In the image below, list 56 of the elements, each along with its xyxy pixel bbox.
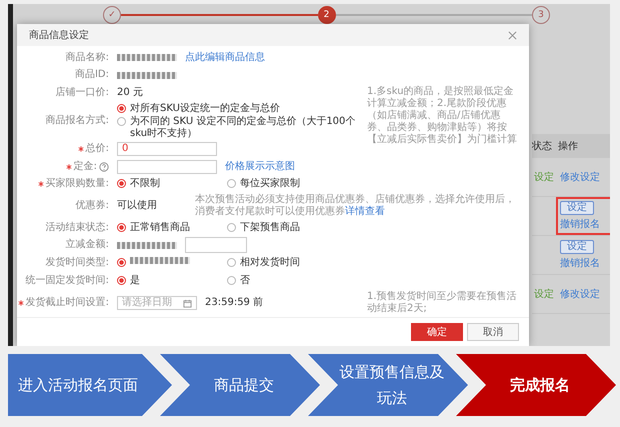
field-label: 商品ID: [74, 69, 109, 82]
step-circle: 2 [318, 6, 336, 24]
field-label: 立减金额: [66, 239, 109, 252]
radio-option[interactable]: 正常销售商品 [117, 222, 227, 234]
action-link[interactable]: 撤销报名 [560, 217, 600, 231]
field-label: 商品报名方式: [46, 115, 109, 128]
field-label: 活动结束状态: [46, 222, 109, 234]
field-label: 优惠券: [76, 200, 109, 212]
amount-field[interactable] [185, 237, 247, 254]
details-link[interactable]: 详情查看 [345, 206, 385, 218]
hint-note: 1.多sku的商品，是按照最低定金计算立减金额；2.尾款阶段优惠（如店铺满减、商品/店铺优惠券、品类券、购物津贴等）将按【立减后实际售卖价】为门槛计算 [367, 84, 517, 146]
status-text: 设定 [534, 289, 554, 300]
field-label: 总价: [86, 143, 109, 156]
radio-option[interactable]: 是 [117, 274, 227, 287]
dialog-title: 商品信息设定 [29, 28, 89, 42]
calendar-icon [183, 298, 192, 308]
field-label: 统一固定发货时间: [26, 274, 109, 287]
hint-note: 1.预售发货时间至少需要在预售活动结束后2天; [367, 290, 517, 316]
process-step: 设置预售信息及玩法 [308, 354, 468, 416]
cancel-button[interactable]: 取消 [467, 323, 519, 341]
time-suffix: 23:59:59 前 [205, 297, 264, 310]
radio-option[interactable]: 不限制 [117, 178, 227, 190]
coupon-note: 本次预售活动必须支持使用商品优惠券、店铺优惠券，选择允许使用后，消费者支付尾款时可以使用优惠券详情查看 [195, 194, 516, 218]
column-header: 操作 [558, 140, 579, 153]
action-link[interactable]: 修改设定 [560, 287, 600, 301]
radio-option[interactable]: 对所有SKU设定统一的定金与总价 [117, 102, 367, 115]
field-label: 商品名称: [66, 52, 109, 64]
field-label: 发货截止时间设置: [26, 297, 109, 310]
radio-option[interactable]: 为不同的 SKU 设定不同的定金与总价（大于100个sku时不支持） [117, 116, 367, 140]
field-label: 买家限购数量: [46, 178, 109, 190]
edit-link[interactable]: 点此编辑商品信息 [185, 52, 265, 64]
field-label: 发货时间类型: [46, 256, 109, 269]
set-button[interactable]: 设定 [560, 201, 594, 215]
radio-option[interactable]: 下架预售商品 [227, 222, 337, 234]
preview-link[interactable]: 价格展示示意图 [225, 160, 295, 173]
close-icon[interactable] [508, 30, 517, 40]
confirm-button[interactable]: 确定 [411, 323, 463, 341]
field-value: 20 元 [117, 87, 143, 100]
radio-option[interactable]: 相对发货时间 [227, 256, 337, 269]
radio-option[interactable]: 每位买家限制 [227, 178, 337, 190]
field-label: 定金: [74, 160, 97, 173]
process-step: 进入活动报名页面 [8, 354, 172, 416]
price-field[interactable] [117, 160, 217, 174]
process-step: 商品提交 [160, 354, 320, 416]
field-value: 可以使用 [117, 200, 157, 212]
help-icon[interactable] [99, 162, 109, 172]
set-button[interactable]: 设定 [560, 240, 594, 254]
process-step: 完成报名 [456, 354, 616, 416]
action-link[interactable]: 撤销报名 [560, 256, 600, 270]
field-label: 店铺一口价: [56, 87, 109, 100]
column-header: 状态 [532, 140, 553, 153]
price-field[interactable]: 0 [117, 142, 217, 156]
radio-option[interactable]: 否 [227, 274, 337, 287]
action-link[interactable]: 修改设定 [560, 170, 600, 184]
step-circle: 3 [532, 6, 550, 24]
status-text: 设定 [534, 172, 554, 183]
